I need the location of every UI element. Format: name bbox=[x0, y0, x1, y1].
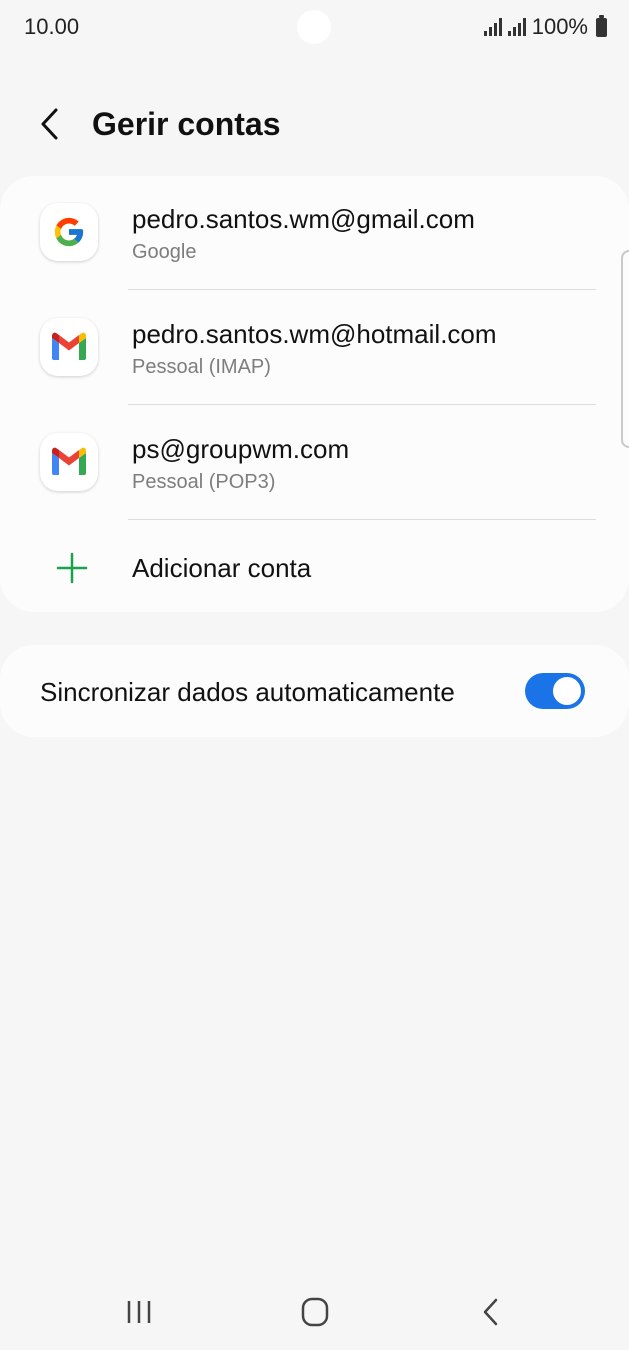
divider bbox=[128, 289, 596, 290]
toggle-knob bbox=[551, 675, 583, 707]
add-account-label: Adicionar conta bbox=[132, 553, 312, 583]
camera-cutout bbox=[297, 10, 331, 44]
battery-icon bbox=[596, 14, 607, 37]
account-type: Google bbox=[132, 241, 197, 263]
account-email: ps@groupwm.com bbox=[132, 434, 350, 464]
gmail-icon bbox=[40, 318, 98, 376]
chevron-left-icon bbox=[41, 108, 58, 140]
divider bbox=[128, 404, 596, 405]
add-account-button[interactable]: Adicionar conta bbox=[0, 521, 629, 611]
account-email: pedro.santos.wm@gmail.com bbox=[132, 204, 475, 234]
header: Gerir contas bbox=[0, 96, 629, 156]
status-time: 10.00 bbox=[24, 14, 80, 39]
navigation-bar bbox=[0, 1275, 629, 1350]
account-type: Pessoal (IMAP) bbox=[132, 356, 271, 378]
recents-button[interactable] bbox=[119, 1295, 159, 1329]
plus-icon bbox=[56, 552, 88, 584]
page-title: Gerir contas bbox=[92, 106, 281, 142]
status-indicators: 100% bbox=[483, 14, 607, 40]
account-type: Pessoal (POP3) bbox=[132, 471, 276, 493]
home-button[interactable] bbox=[295, 1295, 335, 1329]
back-nav-button[interactable] bbox=[471, 1295, 511, 1329]
google-icon bbox=[40, 203, 98, 261]
account-row-hotmail[interactable]: pedro.santos.wm@hotmail.com Pessoal (IMA… bbox=[0, 291, 629, 406]
accounts-list: pedro.santos.wm@gmail.com Google pedro.s… bbox=[0, 176, 629, 612]
scrollbar[interactable] bbox=[621, 250, 629, 448]
signal-icon bbox=[483, 18, 502, 36]
back-button[interactable] bbox=[34, 104, 70, 144]
account-row-google[interactable]: pedro.santos.wm@gmail.com Google bbox=[0, 176, 629, 291]
recents-icon bbox=[127, 1301, 151, 1323]
sync-setting-row[interactable]: Sincronizar dados automaticamente bbox=[0, 645, 629, 737]
status-bar: 10.00 100% bbox=[0, 0, 629, 54]
divider bbox=[128, 519, 596, 520]
sync-toggle[interactable] bbox=[525, 673, 585, 709]
battery-percent: 100% bbox=[531, 14, 588, 39]
signal-icon bbox=[507, 18, 526, 36]
account-row-groupwm[interactable]: ps@groupwm.com Pessoal (POP3) bbox=[0, 406, 629, 521]
account-email: pedro.santos.wm@hotmail.com bbox=[132, 319, 497, 349]
gmail-icon bbox=[40, 433, 98, 491]
back-icon bbox=[483, 1298, 498, 1326]
home-icon bbox=[301, 1297, 329, 1327]
sync-label: Sincronizar dados automaticamente bbox=[40, 677, 455, 707]
